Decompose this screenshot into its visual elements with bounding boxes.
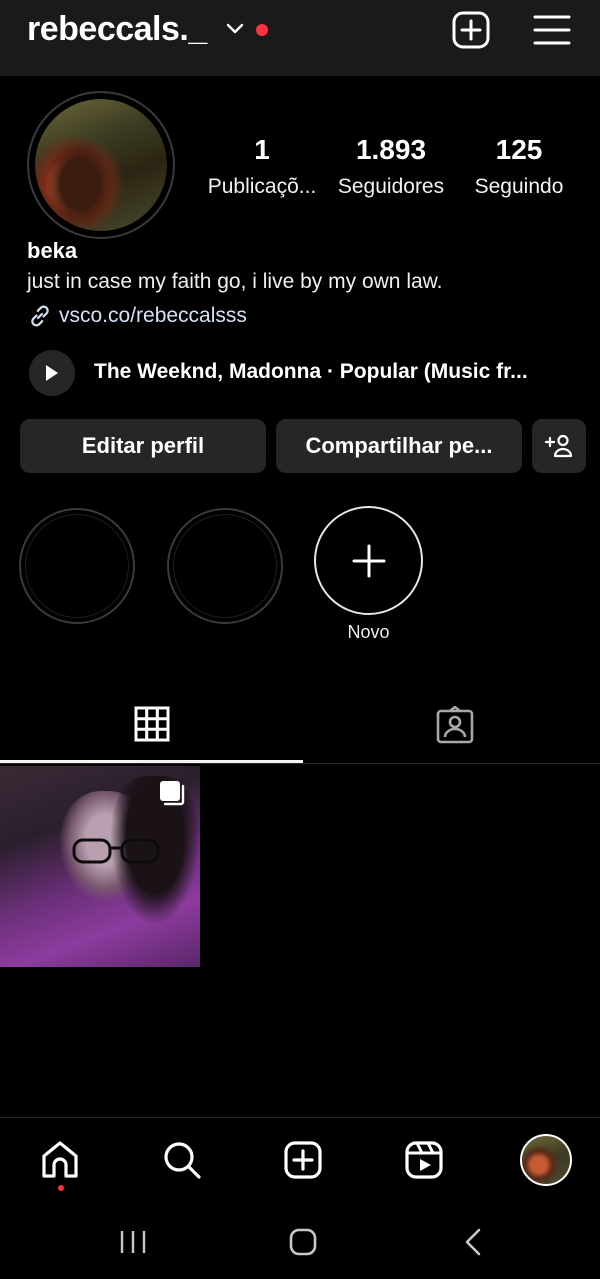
- new-highlight-button[interactable]: [314, 506, 423, 615]
- stat-posts[interactable]: 1 Publicaçõ...: [200, 132, 324, 206]
- stat-following-value: 125: [495, 134, 543, 165]
- home-notification-dot: [58, 1185, 64, 1191]
- post-photo-glasses: [72, 838, 160, 864]
- reels-icon[interactable]: [403, 1139, 445, 1181]
- stat-posts-label: Publicaçõ...: [207, 175, 317, 198]
- system-navigation-bar: [0, 1203, 600, 1279]
- profile-name: beka: [27, 238, 78, 263]
- multiple-photos-icon: [160, 781, 185, 806]
- stat-followers-label: Seguidores: [337, 175, 445, 198]
- tab-tagged[interactable]: [303, 688, 600, 762]
- profile-link[interactable]: vsco.co/rebeccalsss: [27, 301, 247, 331]
- chevron-down-icon[interactable]: [226, 22, 244, 36]
- notification-dot: [256, 24, 268, 36]
- link-icon: [31, 305, 49, 327]
- share-profile-button[interactable]: Compartilhar pe...: [276, 419, 522, 473]
- add-person-icon: [544, 434, 573, 458]
- grid-icon: [134, 706, 170, 742]
- profile-bio: just in case my faith go, i live by my o…: [27, 270, 443, 293]
- recents-icon[interactable]: [119, 1229, 149, 1255]
- stat-following[interactable]: 125 Seguindo: [466, 132, 572, 206]
- profile-avatar[interactable]: [35, 99, 167, 231]
- search-icon[interactable]: [161, 1139, 203, 1181]
- new-highlight-label: Novo: [347, 622, 390, 642]
- profile-avatar[interactable]: [520, 1134, 572, 1186]
- stat-followers[interactable]: 1.893 Seguidores: [330, 132, 452, 206]
- add-square-icon[interactable]: [452, 11, 490, 49]
- stat-followers-value: 1.893: [355, 134, 427, 165]
- top-bar: rebeccals._: [0, 0, 600, 76]
- plus-icon: [352, 544, 386, 578]
- home-icon[interactable]: [39, 1139, 81, 1181]
- bottom-navigation: [0, 1117, 600, 1203]
- discover-people-button[interactable]: [532, 419, 586, 473]
- music-play-button[interactable]: [29, 350, 75, 396]
- stat-posts-value: 1: [254, 134, 270, 165]
- story-highlight[interactable]: [167, 508, 283, 624]
- username-switcher[interactable]: rebeccals._: [27, 10, 207, 49]
- story-highlight[interactable]: [19, 508, 135, 624]
- edit-profile-button[interactable]: Editar perfil: [20, 419, 266, 473]
- tagged-icon: [436, 706, 474, 744]
- create-icon[interactable]: [282, 1139, 324, 1181]
- profile-music[interactable]: The Weeknd, Madonna · Popular (Music fr.…: [94, 360, 528, 384]
- menu-icon[interactable]: [532, 11, 572, 49]
- home-icon[interactable]: [289, 1228, 317, 1256]
- play-icon: [46, 365, 58, 381]
- stat-following-label: Seguindo: [474, 175, 564, 198]
- profile-link-text[interactable]: vsco.co/rebeccalsss: [59, 304, 247, 328]
- tab-posts-grid[interactable]: [0, 688, 303, 762]
- tab-divider: [0, 763, 600, 764]
- back-icon[interactable]: [463, 1228, 483, 1256]
